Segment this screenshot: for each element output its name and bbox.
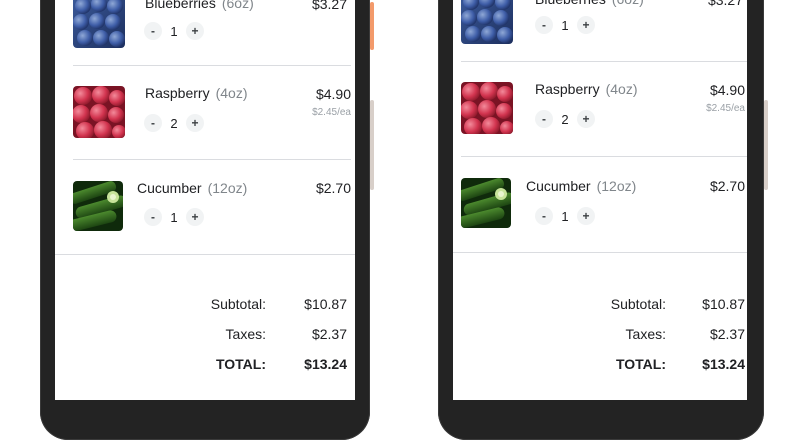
item-name: Blueberries(6oz) bbox=[145, 0, 254, 11]
increment-button[interactable]: + bbox=[577, 110, 595, 128]
item-name: Raspberry (4oz) bbox=[535, 81, 638, 97]
subtotal-label: Subtotal: bbox=[210, 296, 266, 312]
quantity-stepper: - 1 + bbox=[535, 207, 595, 225]
decrement-button[interactable]: - bbox=[144, 22, 162, 40]
cart-item: Cucumber (12oz) $2.70 - 1 + bbox=[453, 158, 747, 252]
total-label: TOTAL: bbox=[215, 356, 266, 372]
item-price: $2.70 bbox=[315, 180, 351, 196]
item-price: $4.90 bbox=[315, 86, 351, 102]
quantity-value: 2 bbox=[561, 111, 569, 127]
subtotal-label: Subtotal: bbox=[610, 296, 666, 312]
total-value: $13.24 bbox=[304, 356, 347, 372]
blueberries-image bbox=[461, 0, 513, 44]
raspberry-image bbox=[73, 86, 125, 138]
phone-mockup-left: Blueberries (6oz) $3.27 - 1 + Raspberry (4… bbox=[40, 0, 374, 440]
total-label: TOTAL: bbox=[615, 356, 666, 372]
phone-mockup-right: Blueberries(6oz) $3.27 - 1 + Raspberry(4… bbox=[438, 0, 768, 440]
increment-button[interactable]: + bbox=[186, 208, 204, 226]
summary-divider bbox=[453, 252, 747, 253]
volume-button bbox=[764, 100, 768, 190]
decrement-button[interactable]: - bbox=[535, 207, 553, 225]
subtotal-row: Subtotal: $10.87 bbox=[55, 296, 355, 316]
cart-item: Raspberry (4oz) $4.90 $2.45/ea - 2 + bbox=[55, 68, 355, 162]
cart-screen: Blueberries(6oz) $3.27 - 1 + Raspberry(4… bbox=[453, 0, 747, 400]
unit-price: $2.45/ea bbox=[312, 107, 351, 118]
quantity-stepper: - 2 + bbox=[144, 114, 204, 132]
raspberry-image bbox=[461, 82, 513, 134]
decrement-button[interactable]: - bbox=[535, 110, 553, 128]
volume-button bbox=[370, 100, 374, 190]
item-price: $3.27 bbox=[707, 0, 743, 8]
blueberries-image bbox=[73, 0, 125, 48]
cucumber-image bbox=[73, 181, 123, 231]
item-divider bbox=[461, 61, 747, 62]
taxes-value: $2.37 bbox=[709, 326, 745, 342]
quantity-value: 1 bbox=[170, 209, 178, 225]
taxes-label: Taxes: bbox=[225, 326, 266, 342]
item-name: Cucumber (12oz) bbox=[526, 178, 637, 194]
cart-item: Cucumber (12oz) $2.70 - 1 + bbox=[55, 162, 355, 256]
quantity-value: 1 bbox=[561, 208, 569, 224]
subtotal-value: $10.87 bbox=[304, 296, 347, 312]
increment-button[interactable]: + bbox=[577, 207, 595, 225]
cart-item: Raspberry (4oz) $4.90 $2.45/ea - 2 + bbox=[453, 64, 747, 158]
total-row: TOTAL: $13.24 bbox=[453, 356, 747, 376]
quantity-value: 1 bbox=[170, 23, 178, 39]
item-price: $3.27 bbox=[311, 0, 347, 12]
taxes-row: Taxes: $2.37 bbox=[453, 326, 747, 346]
item-name: Raspberry (4oz) bbox=[145, 85, 248, 101]
decrement-button[interactable]: - bbox=[144, 208, 162, 226]
decrement-button[interactable]: - bbox=[535, 16, 553, 34]
item-name: Blueberries(6oz) bbox=[535, 0, 644, 7]
item-price: $2.70 bbox=[709, 178, 745, 194]
decrement-button[interactable]: - bbox=[144, 114, 162, 132]
cart-item: Blueberries(6oz) $3.27 - 1 + bbox=[453, 0, 747, 68]
quantity-stepper: - 2 + bbox=[535, 110, 595, 128]
taxes-label: Taxes: bbox=[625, 326, 666, 342]
taxes-value: $2.37 bbox=[311, 326, 347, 342]
power-button bbox=[370, 2, 374, 50]
total-row: TOTAL: $13.24 bbox=[55, 356, 355, 376]
increment-button[interactable]: + bbox=[186, 114, 204, 132]
cart-item: Blueberries(6oz) $3.27 - 1 + bbox=[55, 0, 355, 72]
quantity-stepper: - 1 + bbox=[144, 22, 204, 40]
quantity-value: 1 bbox=[561, 17, 569, 33]
summary-divider bbox=[55, 254, 355, 255]
total-value: $13.24 bbox=[702, 356, 745, 372]
taxes-row: Taxes: $2.37 bbox=[55, 326, 355, 346]
cucumber-image bbox=[461, 178, 511, 228]
item-price: $4.90 bbox=[709, 82, 745, 98]
subtotal-value: $10.87 bbox=[702, 296, 745, 312]
unit-price: $2.45/ea bbox=[706, 103, 745, 114]
increment-button[interactable]: + bbox=[186, 22, 204, 40]
cart-screen: Blueberries(6oz) $3.27 - 1 + Raspberry(4… bbox=[55, 0, 355, 400]
increment-button[interactable]: + bbox=[577, 16, 595, 34]
item-divider bbox=[73, 159, 351, 160]
item-divider bbox=[461, 156, 747, 157]
item-divider bbox=[73, 65, 351, 66]
quantity-value: 2 bbox=[170, 115, 178, 131]
quantity-stepper: - 1 + bbox=[144, 208, 204, 226]
item-name: Cucumber (12oz) bbox=[137, 180, 248, 196]
quantity-stepper: - 1 + bbox=[535, 16, 595, 34]
subtotal-row: Subtotal: $10.87 bbox=[453, 296, 747, 316]
